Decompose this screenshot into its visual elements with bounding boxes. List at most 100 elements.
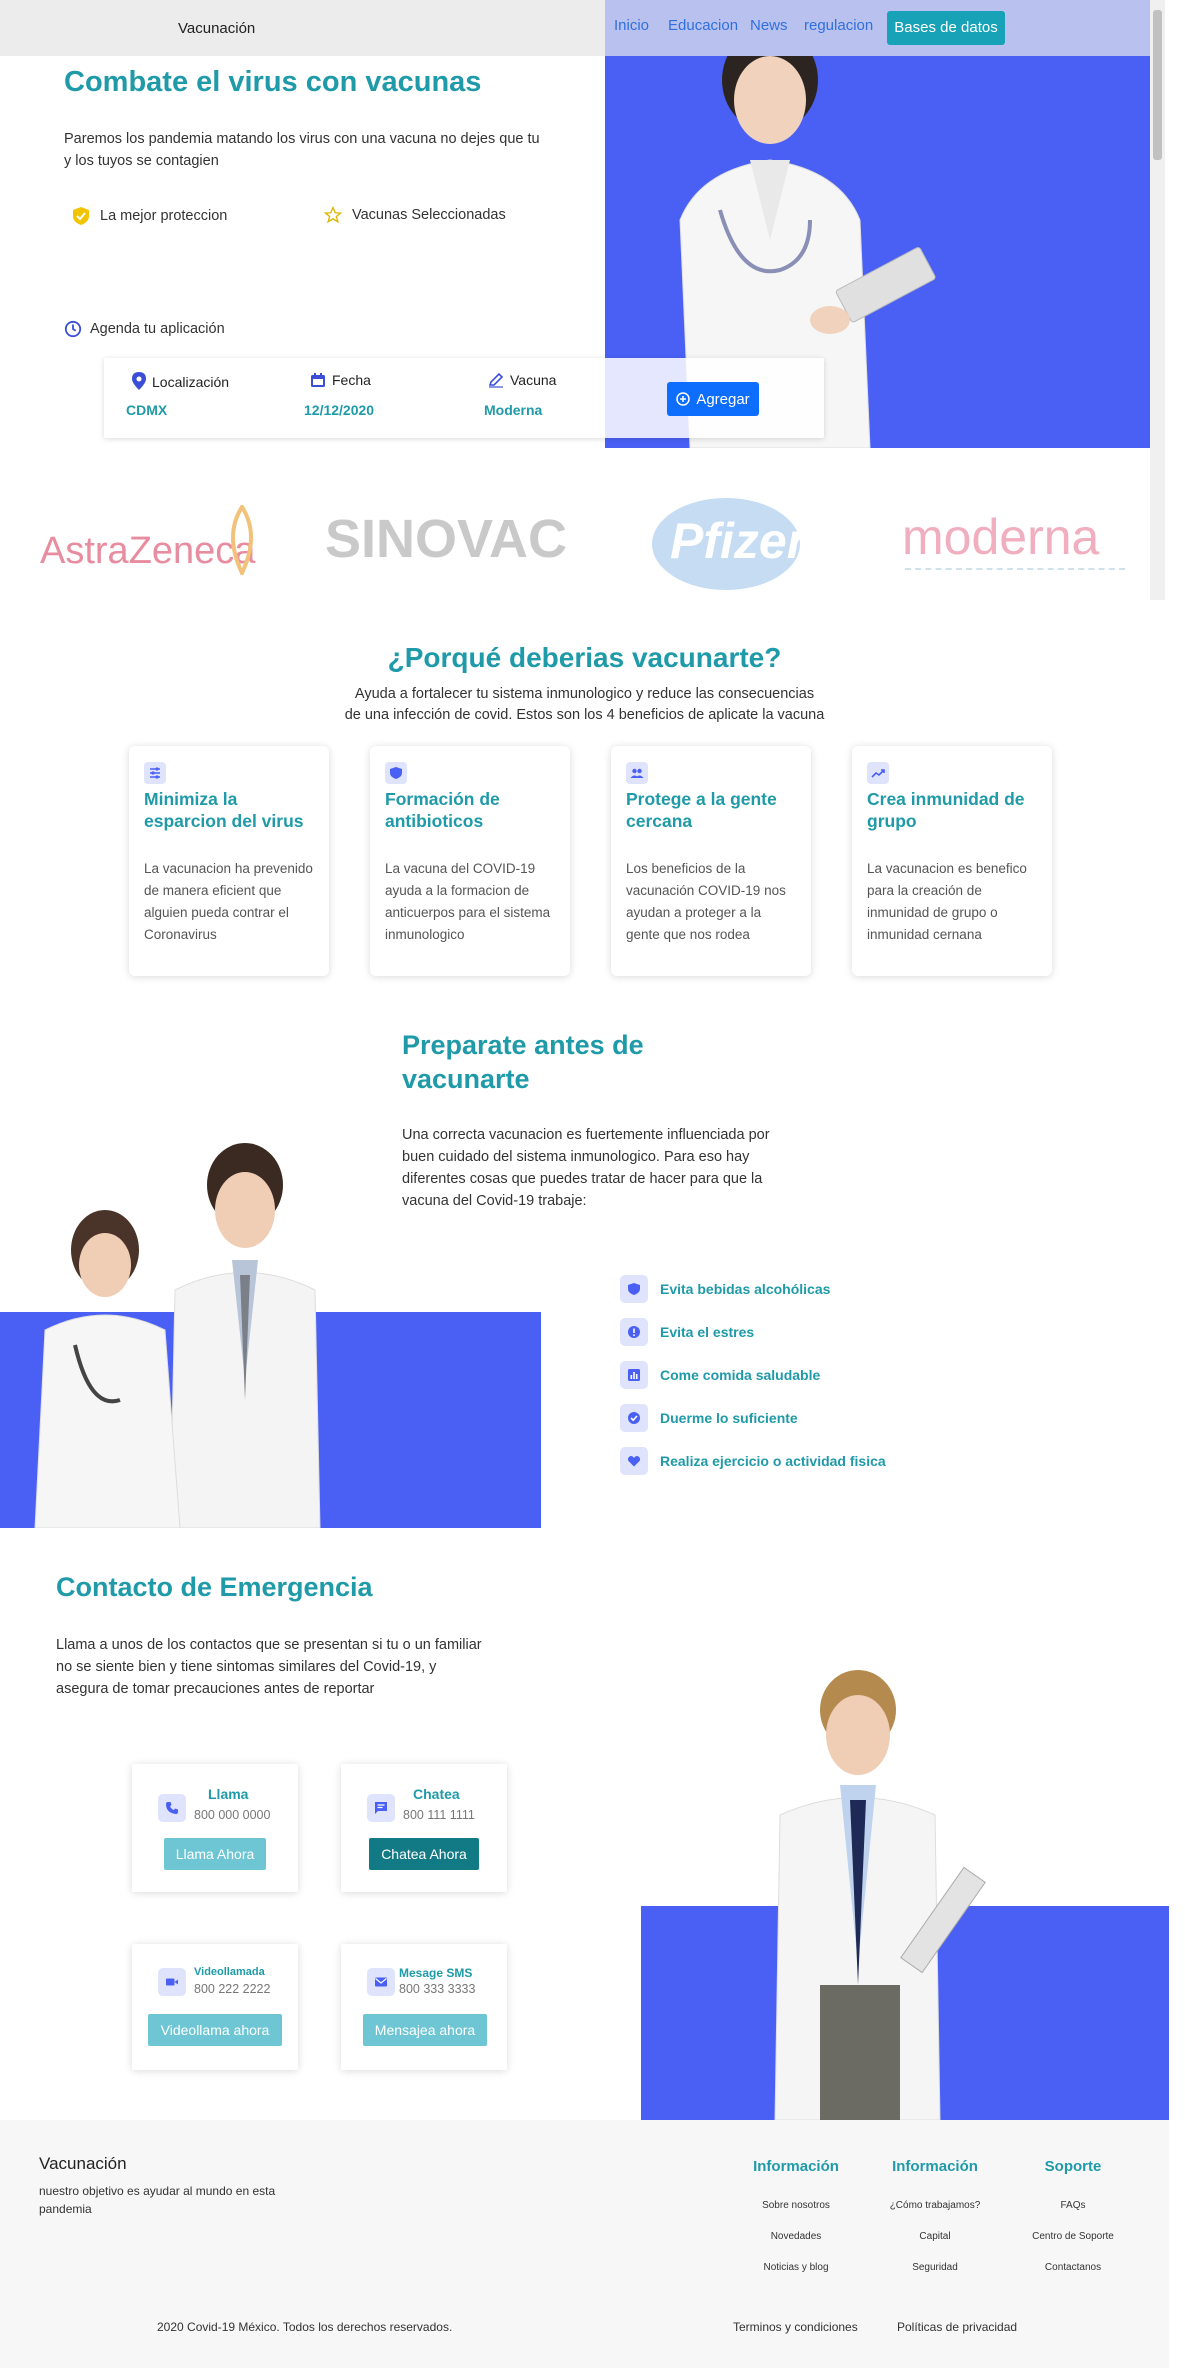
benefit-text: La vacunacion ha prevenido de manera efi… (144, 861, 313, 942)
heart-icon (620, 1447, 648, 1475)
nav-link-inicio[interactable]: Inicio (614, 17, 649, 34)
feature-vaccines-label: Vacunas Seleccionadas (352, 207, 506, 223)
footer-tagline: nuestro objetivo es ayudar al mundo en e… (39, 2184, 276, 2216)
logo-moderna: moderna (902, 509, 1100, 565)
alert-badge-icon (620, 1318, 648, 1346)
plus-circle-icon (676, 392, 691, 406)
add-button[interactable]: Agregar (667, 382, 759, 416)
footer-link[interactable]: Noticias y blog (736, 2262, 856, 2273)
logo-pfizer: Pfizer (670, 513, 807, 569)
benefit-card: Formación de antibioticos La vacuna del … (370, 746, 570, 976)
chat-now-button[interactable]: Chatea Ahora (369, 1838, 479, 1870)
feature-protection: La mejor proteccion (72, 206, 227, 226)
contact-card-call: Llama 800 000 0000 Llama Ahora (132, 1764, 298, 1892)
map-pin-icon (132, 372, 146, 390)
tip-item: Duerme lo suficiente (620, 1404, 798, 1432)
contact-card-number: 800 000 0000 (194, 1808, 271, 1822)
location-label[interactable]: Localización (132, 372, 229, 390)
footer-link[interactable]: FAQs (1013, 2200, 1133, 2211)
contact-card-chat: Chatea 800 111 1111 Chatea Ahora (341, 1764, 507, 1892)
hero-section: Vacunación Inicio Educacion News regulac… (0, 0, 1170, 600)
logo-sinovac: SINOVAC (325, 509, 568, 569)
contact-card-title: Chatea (413, 1786, 460, 1802)
sms-now-button[interactable]: Mensajea ahora (363, 2014, 487, 2046)
phone-icon (158, 1794, 186, 1822)
video-camera-icon (158, 1968, 186, 1996)
benefit-title: Protege a la gente cercana (626, 789, 777, 831)
tip-label: Come comida saludable (660, 1367, 821, 1383)
agenda-label: Agenda tu aplicación (64, 320, 225, 338)
booking-bar: Localización CDMX Fecha 12/12/2020 Vacun… (104, 358, 824, 438)
tip-label: Evita el estres (660, 1324, 755, 1340)
doctors-couple-image (34, 1143, 321, 1528)
vertical-scroll-thumb[interactable] (1153, 10, 1162, 160)
footer-col-title: Soporte (1044, 2158, 1102, 2175)
date-label[interactable]: Fecha (310, 372, 371, 388)
contact-card-number: 800 333 3333 (399, 1982, 476, 1996)
hero-subtitle: Paremos los pandemia matando los virus c… (64, 131, 540, 169)
top-navbar: Vacunación Inicio Educacion News regulac… (0, 0, 1150, 56)
footer-col-title: Información (892, 2158, 978, 2175)
contact-card-number: 800 111 1111 (403, 1808, 475, 1822)
tip-item: Come comida saludable (620, 1361, 820, 1389)
database-button[interactable]: Bases de datos (887, 11, 1005, 45)
shield-icon (620, 1275, 648, 1303)
video-call-button[interactable]: Videollama ahora (148, 2014, 282, 2046)
sliders-icon (144, 762, 166, 784)
location-value[interactable]: CDMX (126, 402, 167, 418)
check-circle-icon (620, 1404, 648, 1432)
pen-icon (488, 372, 504, 388)
privacy-link[interactable]: Políticas de privacidad (897, 2320, 1017, 2334)
benefit-card: Crea inmunidad de grupo La vacunacion es… (852, 746, 1052, 976)
trending-up-icon (867, 762, 889, 784)
nav-link-news[interactable]: News (750, 17, 788, 34)
moderna-underline (905, 568, 1125, 570)
people-icon (626, 762, 648, 784)
tip-item: Evita el estres (620, 1318, 754, 1346)
nav-link-regulacion[interactable]: regulacion (804, 17, 873, 34)
benefits-subtitle-1: Ayuda a fortalecer tu sistema inmunologi… (354, 686, 815, 702)
benefit-card: Protege a la gente cercana Los beneficio… (611, 746, 811, 976)
contact-card-title: Videollamada (194, 1966, 265, 1978)
tip-item: Realiza ejercicio o actividad fisica (620, 1447, 886, 1475)
nav-link-educacion[interactable]: Educacion (668, 17, 738, 34)
footer-link[interactable]: ¿Cómo trabajamos? (875, 2200, 995, 2211)
footer-link[interactable]: Capital (875, 2231, 995, 2242)
call-now-button[interactable]: Llama Ahora (164, 1838, 266, 1870)
benefit-title: Crea inmunidad de grupo (867, 789, 1025, 831)
tip-label: Realiza ejercicio o actividad fisica (660, 1453, 886, 1469)
chat-icon (367, 1794, 395, 1822)
agenda-text: Agenda tu aplicación (90, 321, 225, 337)
calendar-icon (311, 373, 325, 387)
tip-item: Evita bebidas alcohólicas (620, 1275, 830, 1303)
contact-card-number: 800 222 2222 (194, 1982, 271, 1996)
vaccine-label[interactable]: Vacuna (488, 372, 556, 388)
prepare-title: Preparate antes de vacunarte (402, 1030, 644, 1094)
shield-check-icon (73, 207, 89, 225)
footer-link[interactable]: Novedades (736, 2231, 856, 2242)
footer-link[interactable]: Sobre nosotros (736, 2200, 856, 2211)
footer-link[interactable]: Centro de Soporte (1013, 2231, 1133, 2242)
clock-icon (64, 320, 82, 338)
benefit-text: La vacunacion es benefico para la creaci… (867, 861, 1027, 942)
benefit-card: Minimiza la esparcion del virus La vacun… (129, 746, 329, 976)
vaccine-value[interactable]: Moderna (484, 402, 542, 418)
shield-icon (385, 762, 407, 784)
prepare-text: Una correcta vacunacion es fuertemente i… (402, 1127, 770, 1209)
vertical-scrollbar[interactable] (1150, 0, 1165, 600)
brand-name[interactable]: Vacunación (178, 20, 255, 37)
feature-protection-label: La mejor proteccion (100, 208, 228, 224)
copyright: 2020 Covid-19 México. Todos los derechos… (157, 2320, 453, 2334)
footer-link[interactable]: Contactanos (1013, 2262, 1133, 2273)
terms-link[interactable]: Terminos y condiciones (733, 2320, 858, 2334)
benefits-title: ¿Porqué deberias vacunarte? (387, 642, 782, 673)
contact-card-video: Videollamada 800 222 2222 Videollama aho… (132, 1944, 298, 2070)
benefit-title: Formación de antibioticos (385, 789, 500, 831)
star-icon (324, 206, 342, 224)
benefit-text: La vacuna del COVID-19 ayuda a la formac… (385, 861, 551, 942)
footer-brand: Vacunación (39, 2154, 127, 2173)
date-value[interactable]: 12/12/2020 (304, 402, 374, 418)
contact-text: Llama a unos de los contactos que se pre… (56, 1637, 482, 1697)
footer-link[interactable]: Seguridad (875, 2262, 995, 2273)
benefit-title: Minimiza la esparcion del virus (144, 789, 304, 831)
